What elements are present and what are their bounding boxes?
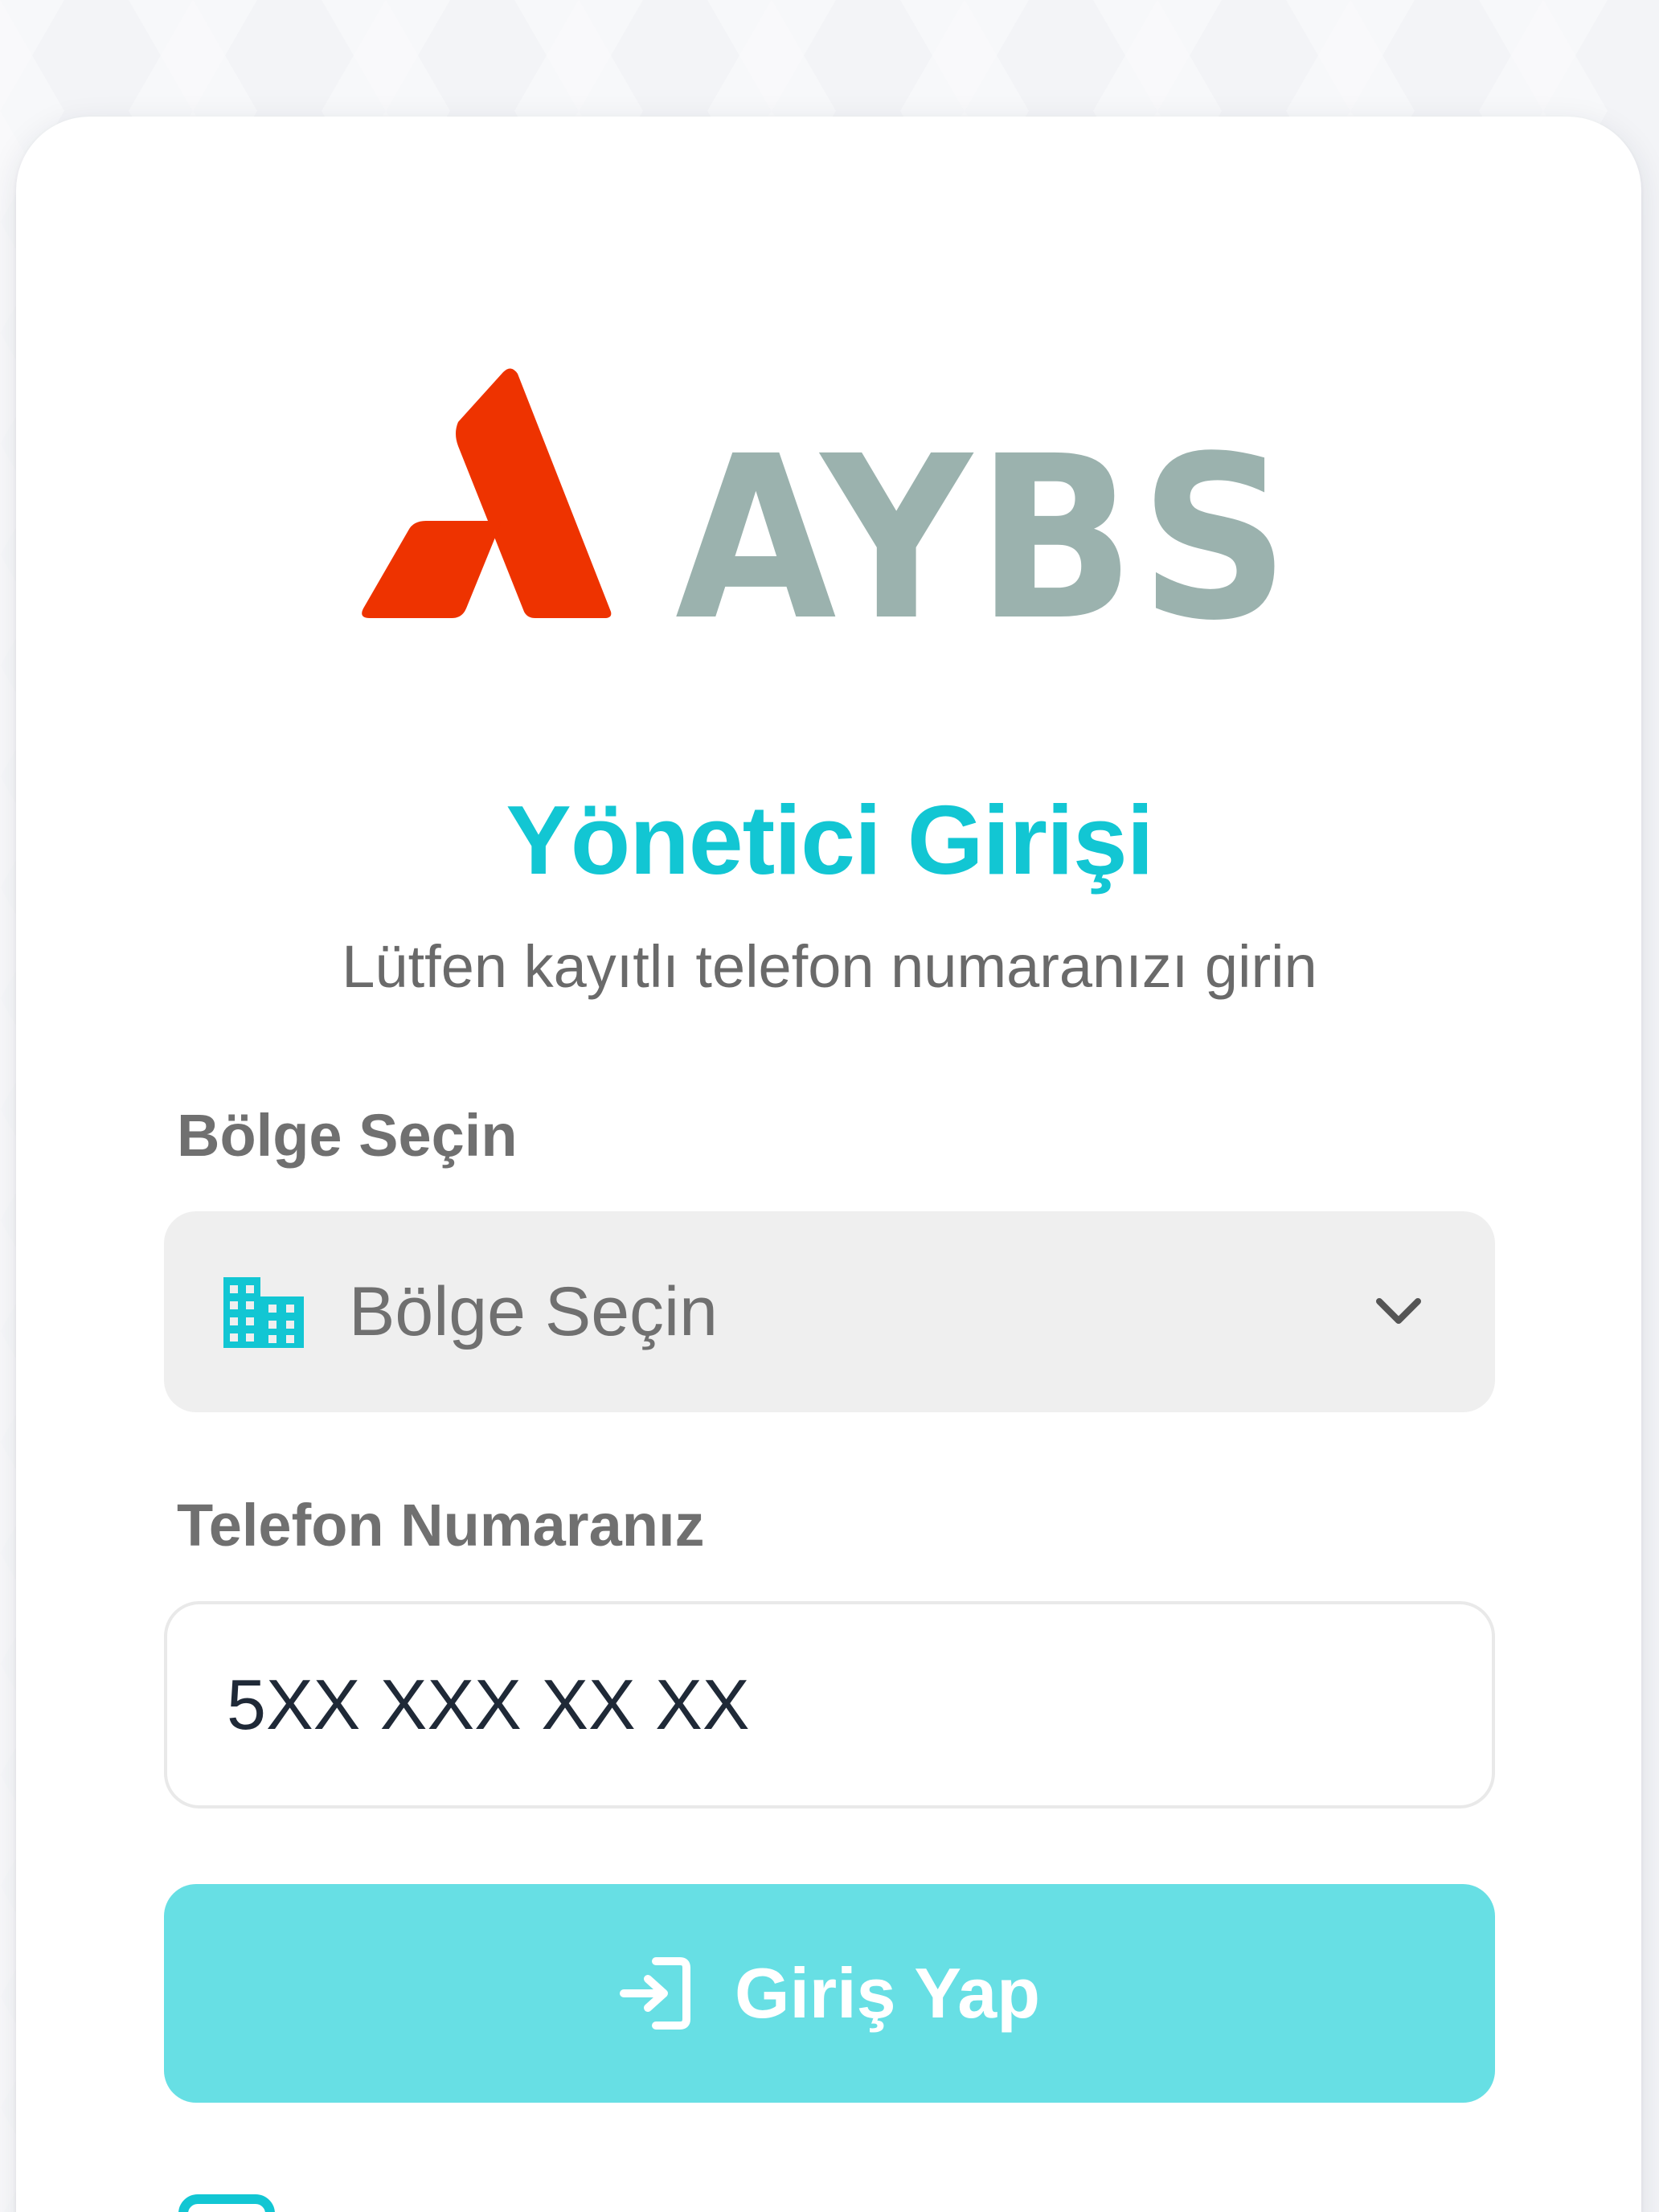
login-button-label: Giriş Yap [735,1953,1040,2033]
region-label: Bölge Seçin [177,1102,518,1169]
page-title: Yönetici Girişi [506,785,1153,895]
page-subtitle: Lütfen kayıtlı telefon numaranızı girin [342,933,1317,1000]
building-icon [223,1277,304,1348]
logo-wordmark: AYBS [675,408,1294,631]
login-button[interactable]: Giriş Yap [164,1884,1495,2103]
login-icon [620,1957,691,2030]
chevron-down-icon [1376,1298,1421,1324]
phone-label: Telefon Numaranız [177,1492,705,1559]
logo-mark-icon [362,368,612,618]
remember-checkbox[interactable] [178,2194,275,2212]
region-select[interactable]: Bölge Seçin [164,1211,1495,1412]
aybs-logo: AYBS [362,368,1294,631]
phone-input[interactable] [164,1601,1495,1809]
region-select-value: Bölge Seçin [349,1273,718,1350]
